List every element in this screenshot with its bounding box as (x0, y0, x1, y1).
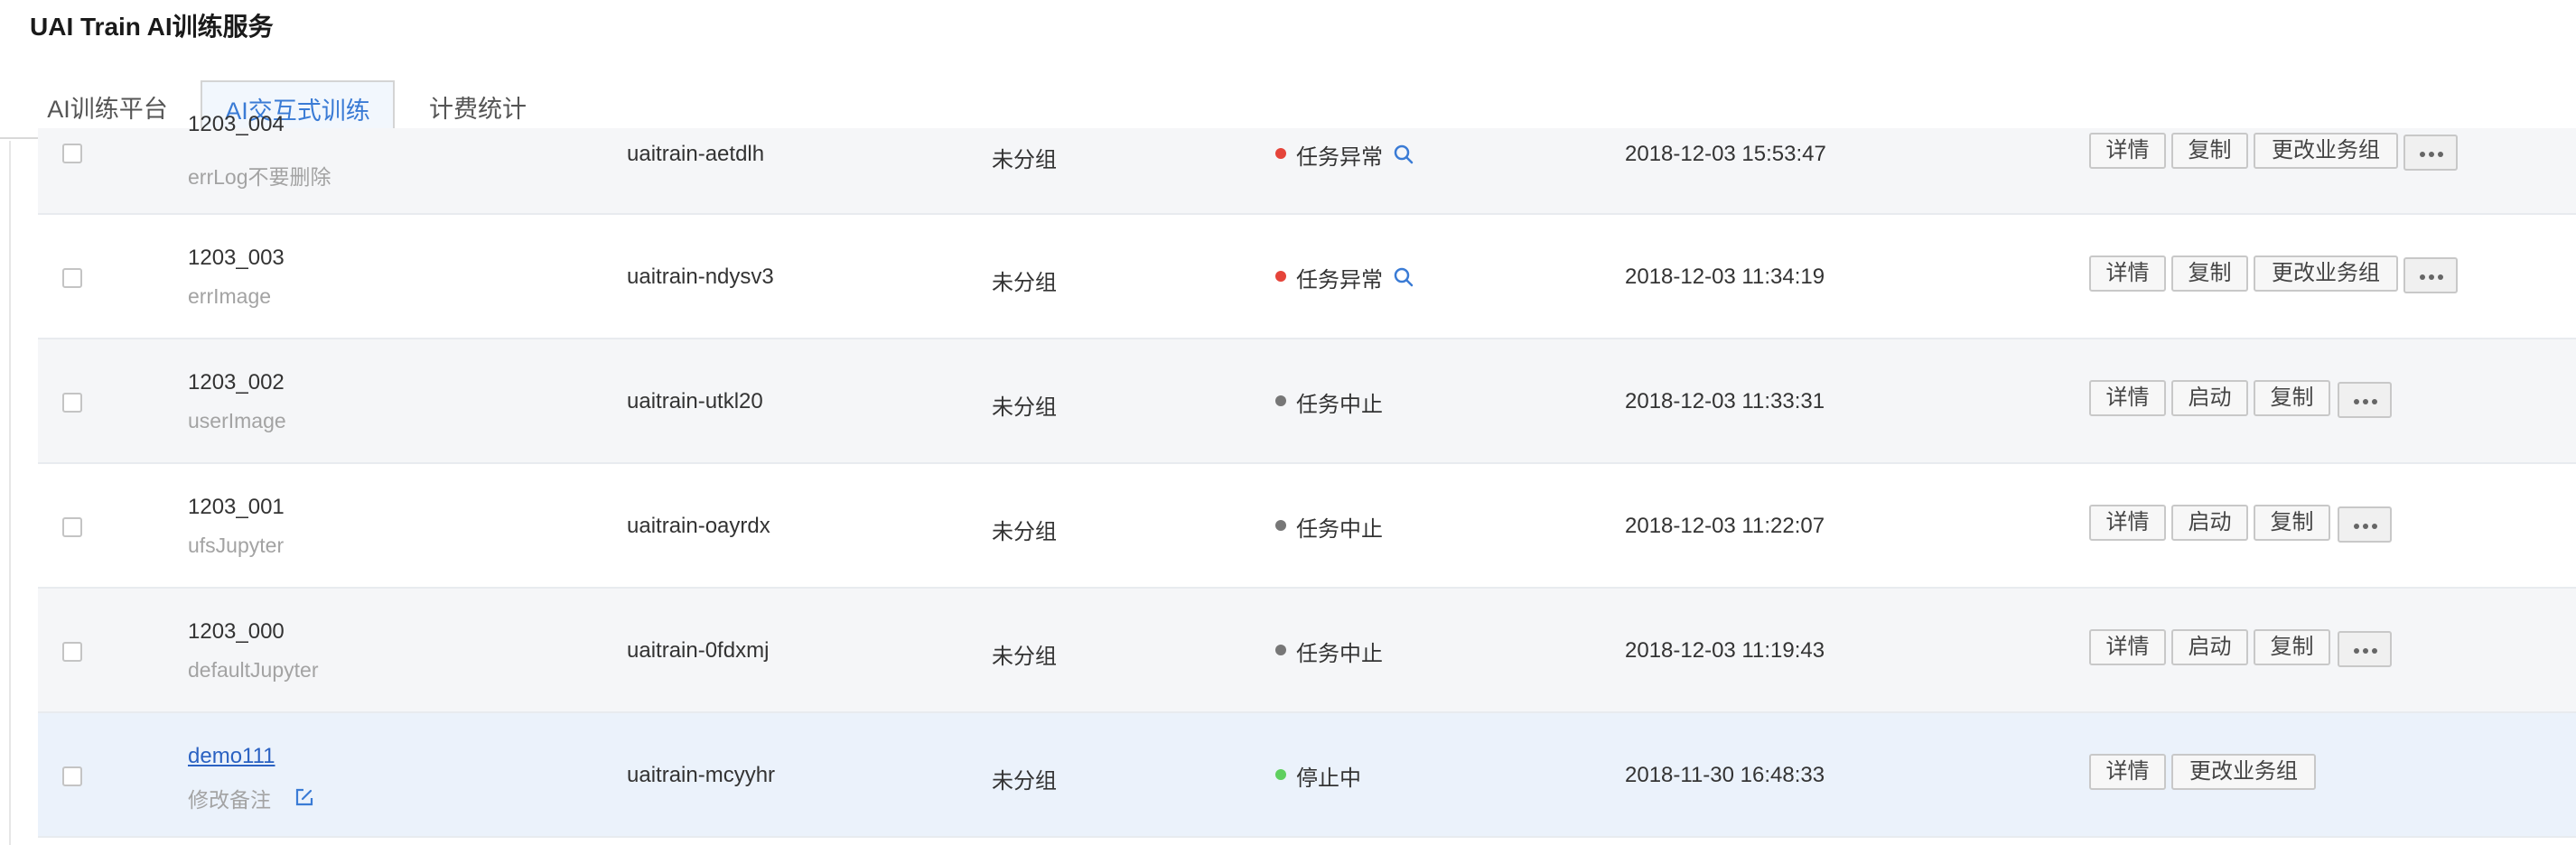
table-row: 1203_000 defaultJupyter uaitrain-0fdxmj … (38, 589, 2576, 713)
task-note: errImage (188, 284, 272, 308)
edit-note-icon[interactable] (293, 785, 316, 809)
task-created-time: 2018-12-03 15:53:47 (1625, 142, 1826, 166)
task-created-time: 2018-12-03 11:34:19 (1625, 265, 1825, 289)
status-dot-error (1275, 271, 1286, 282)
detail-button[interactable]: 详情 (2089, 505, 2166, 541)
copy-button[interactable]: 复制 (2171, 255, 2248, 292)
dot-icon (2372, 524, 2377, 529)
task-name: 1203_000 (188, 619, 285, 644)
dot-icon (2354, 399, 2359, 404)
more-actions-button[interactable] (2338, 506, 2392, 543)
task-id: uaitrain-0fdxmj (627, 638, 770, 663)
task-group: 未分组 (992, 148, 1057, 172)
dot-icon (2372, 648, 2377, 654)
task-table: 1203_004 errLog不要删除 uaitrain-aetdlh 未分组 … (38, 112, 2576, 845)
task-status: 任务中止 (1296, 642, 1383, 666)
more-actions-button[interactable] (2403, 135, 2458, 171)
dot-icon (2354, 524, 2359, 529)
row-checkbox[interactable] (62, 144, 82, 163)
task-id: uaitrain-utkl20 (627, 389, 763, 413)
left-rail (0, 141, 11, 845)
task-group: 未分组 (992, 769, 1057, 794)
dot-icon (2429, 274, 2434, 280)
task-id: uaitrain-mcyyhr (627, 763, 776, 787)
copy-button[interactable]: 复制 (2254, 380, 2330, 416)
task-name: 1203_002 (188, 370, 285, 395)
start-button[interactable]: 启动 (2171, 505, 2248, 541)
copy-button[interactable]: 复制 (2171, 133, 2248, 169)
task-name: 1203_003 (188, 246, 285, 270)
task-id: uaitrain-ndysv3 (627, 265, 774, 289)
task-group: 未分组 (992, 520, 1057, 544)
detail-button[interactable]: 详情 (2089, 629, 2166, 665)
task-status: 任务异常 (1296, 145, 1383, 170)
row-checkbox[interactable] (62, 766, 82, 786)
table-row: 1203_001 ufsJupyter uaitrain-oayrdx 未分组 … (38, 464, 2576, 589)
status-dot-stopped (1275, 520, 1286, 531)
dot-icon (2363, 524, 2368, 529)
task-status: 任务中止 (1296, 393, 1383, 417)
dot-icon (2438, 152, 2443, 157)
task-group: 未分组 (992, 645, 1057, 669)
change-group-button[interactable]: 更改业务组 (2254, 133, 2398, 169)
status-dot-running (1275, 769, 1286, 780)
task-created-time: 2018-12-03 11:19:43 (1625, 638, 1825, 663)
table-row: demo111 修改备注 uaitrain-mcyyhr 未分组 停止中 201… (38, 713, 2576, 838)
dot-icon (2363, 648, 2368, 654)
dot-icon (2354, 648, 2359, 654)
task-name: 1203_001 (188, 495, 285, 519)
dot-icon (2420, 274, 2425, 280)
detail-button[interactable]: 详情 (2089, 380, 2166, 416)
task-group: 未分组 (992, 271, 1057, 295)
dot-icon (2429, 152, 2434, 157)
status-dot-error (1275, 148, 1286, 159)
status-dot-stopped (1275, 645, 1286, 655)
start-button[interactable]: 启动 (2171, 380, 2248, 416)
task-status: 任务中止 (1296, 517, 1383, 542)
search-icon[interactable] (1392, 143, 1415, 166)
row-checkbox[interactable] (62, 517, 82, 537)
task-note: errLog不要删除 (188, 165, 331, 189)
more-actions-button[interactable] (2403, 257, 2458, 293)
more-actions-button[interactable] (2338, 631, 2392, 667)
copy-button[interactable]: 复制 (2254, 505, 2330, 541)
table-row: 1203_004 errLog不要删除 uaitrain-aetdlh 未分组 … (38, 112, 2576, 215)
dot-icon (2372, 399, 2377, 404)
task-name: 1203_004 (188, 112, 285, 136)
task-note: ufsJupyter (188, 534, 285, 557)
task-status: 任务异常 (1296, 268, 1383, 292)
task-created-time: 2018-12-03 11:33:31 (1625, 389, 1825, 413)
row-checkbox[interactable] (62, 642, 82, 662)
copy-button[interactable]: 复制 (2254, 629, 2330, 665)
status-dot-stopped (1275, 395, 1286, 406)
task-group: 未分组 (992, 395, 1057, 420)
task-note: defaultJupyter (188, 658, 319, 682)
app-title: UAI Train AI训练服务 (30, 13, 274, 41)
task-note: 修改备注 (188, 788, 271, 812)
dot-icon (2438, 274, 2443, 280)
row-checkbox[interactable] (62, 393, 82, 413)
search-icon[interactable] (1392, 265, 1415, 289)
table-row: 1203_003 errImage uaitrain-ndysv3 未分组 任务… (38, 215, 2576, 339)
task-name-link[interactable]: demo111 (188, 744, 275, 769)
start-button[interactable]: 启动 (2171, 629, 2248, 665)
dot-icon (2420, 152, 2425, 157)
task-created-time: 2018-12-03 11:22:07 (1625, 514, 1825, 538)
row-checkbox[interactable] (62, 268, 82, 288)
detail-button[interactable]: 详情 (2089, 133, 2166, 169)
task-id: uaitrain-aetdlh (627, 142, 765, 166)
detail-button[interactable]: 详情 (2089, 754, 2166, 790)
task-id: uaitrain-oayrdx (627, 514, 770, 538)
task-note: userImage (188, 409, 286, 432)
detail-button[interactable]: 详情 (2089, 255, 2166, 292)
table-row: 1203_002 userImage uaitrain-utkl20 未分组 任… (38, 339, 2576, 464)
more-actions-button[interactable] (2338, 382, 2392, 418)
change-group-button[interactable]: 更改业务组 (2171, 754, 2316, 790)
task-created-time: 2018-11-30 16:48:33 (1625, 763, 1825, 787)
dot-icon (2363, 399, 2368, 404)
task-status: 停止中 (1296, 766, 1361, 791)
change-group-button[interactable]: 更改业务组 (2254, 255, 2398, 292)
